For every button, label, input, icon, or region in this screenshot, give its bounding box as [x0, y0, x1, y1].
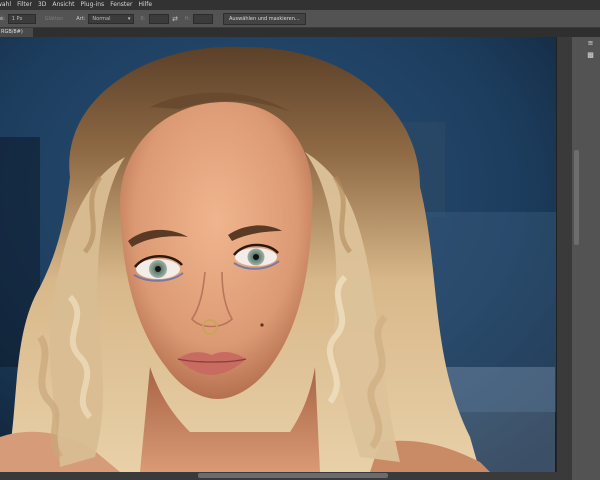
- swap-arrows-icon[interactable]: ⇄: [171, 14, 180, 23]
- menu-item-auswahl[interactable]: wahl: [0, 0, 14, 10]
- vertical-scroll-thumb[interactable]: [574, 150, 579, 245]
- comment-icon[interactable]: ▩: [587, 52, 594, 59]
- menu-bar: wahl Filter 3D Ansicht Plug-ins Fenster …: [0, 0, 600, 10]
- canvas-area[interactable]: [0, 37, 556, 472]
- menu-item-hilfe[interactable]: Hilfe: [135, 0, 155, 10]
- menu-item-ansicht[interactable]: Ansicht: [49, 0, 77, 10]
- style-select-value: Normal: [92, 15, 111, 22]
- portrait-photo: [0, 37, 556, 472]
- menu-item-plugins[interactable]: Plug-ins: [78, 0, 108, 10]
- chevron-down-icon: ▾: [127, 15, 131, 22]
- width-label: B:: [140, 15, 146, 22]
- document-tab-bar: RGB/8#): [0, 28, 600, 37]
- height-label: H:: [184, 15, 190, 22]
- feather-input[interactable]: 1 Px: [7, 13, 36, 24]
- panel-strip: [572, 37, 600, 480]
- menu-item-fenster[interactable]: Fenster: [107, 0, 135, 10]
- feather-label: é:: [0, 15, 5, 22]
- menu-item-filter[interactable]: Filter: [14, 0, 35, 10]
- document-tab[interactable]: RGB/8#): [0, 28, 33, 37]
- style-select[interactable]: Normal ▾: [88, 13, 135, 24]
- width-input[interactable]: [148, 13, 169, 24]
- menu-item-3d[interactable]: 3D: [35, 0, 49, 10]
- select-and-mask-button[interactable]: Auswählen und maskieren...: [222, 12, 306, 25]
- panel-arrows-icon[interactable]: ≡: [587, 40, 594, 47]
- vertical-scrollbar[interactable]: [556, 37, 573, 472]
- height-input[interactable]: [192, 13, 213, 24]
- options-bar: é: 1 Px Glätten Art: Normal ▾ B: ⇄ H: Au…: [0, 10, 600, 28]
- horizontal-scroll-thumb[interactable]: [198, 473, 388, 478]
- smooth-checkbox-label[interactable]: Glätten: [45, 16, 64, 22]
- style-label: Art:: [76, 15, 86, 22]
